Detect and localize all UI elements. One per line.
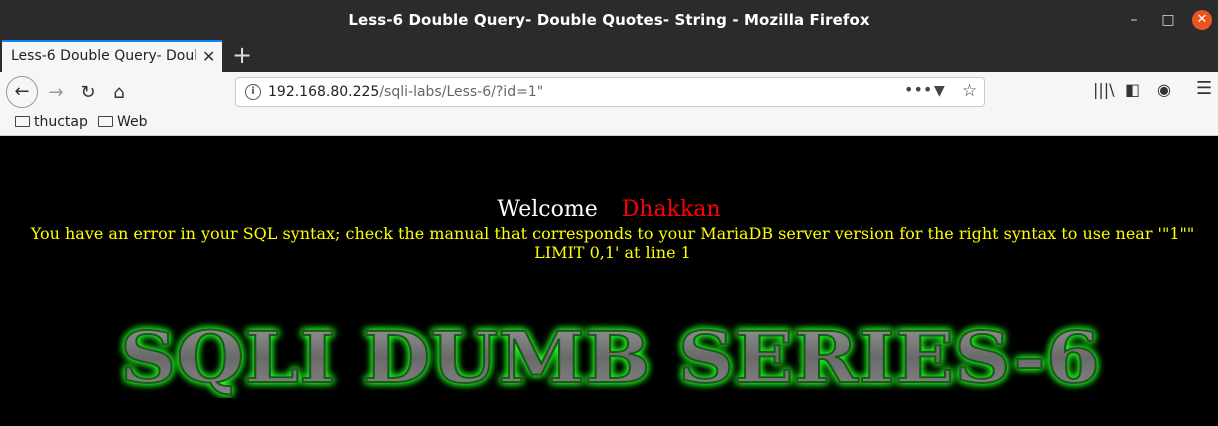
maximize-icon[interactable]: □ (1160, 12, 1176, 28)
username-text: Dhakkan (621, 197, 721, 222)
library-icon[interactable]: |||\ (1093, 80, 1115, 99)
reload-icon[interactable]: ↻ (74, 79, 102, 107)
pocket-icon[interactable]: ▼ (934, 83, 945, 99)
url-text[interactable]: 192.168.80.225/sqli-labs/Less-6/?id=1" (268, 84, 543, 100)
url-host: 192.168.80.225 (268, 84, 380, 100)
welcome-line: Welcome Dhakkan (2, 197, 1216, 222)
folder-icon (15, 116, 30, 127)
tab-close-icon[interactable]: ✕ (202, 47, 215, 66)
window-title: Less-6 Double Query- Double Quotes- Stri… (348, 11, 870, 29)
account-icon[interactable]: ◉ (1157, 80, 1171, 99)
close-window-icon[interactable]: ✕ (1192, 10, 1212, 30)
folder-icon (98, 116, 113, 127)
url-bar[interactable]: i 192.168.80.225/sqli-labs/Less-6/?id=1"… (235, 77, 985, 107)
forward-icon[interactable]: → (42, 79, 70, 107)
minimize-icon[interactable]: – (1126, 12, 1142, 28)
navigation-toolbar: ← → ↻ ⌂ i 192.168.80.225/sqli-labs/Less-… (0, 72, 1218, 112)
page-actions-icon[interactable]: ••• (904, 80, 932, 99)
bookmark-label: thuctap (34, 114, 88, 130)
menu-icon[interactable]: ☰ (1196, 78, 1212, 99)
bookmark-folder-thuctap[interactable]: thuctap (15, 114, 88, 130)
home-icon[interactable]: ⌂ (105, 79, 133, 107)
bookmark-folder-web[interactable]: Web (98, 114, 148, 130)
url-path: /sqli-labs/Less-6/?id=1" (379, 84, 544, 100)
site-info-icon[interactable]: i (245, 84, 261, 100)
banner-text: SQLI DUMB SERIES-6 (120, 318, 1100, 398)
sql-error-message: You have an error in your SQL syntax; ch… (30, 224, 1195, 262)
bookmarks-toolbar: thuctap Web (0, 112, 1218, 136)
back-icon[interactable]: ← (6, 76, 38, 108)
tab-less-6[interactable]: Less-6 Double Query- Double Quotes- Stri… (2, 40, 222, 72)
welcome-text: Welcome (497, 197, 598, 222)
bookmark-label: Web (117, 114, 148, 130)
tab-label: Less-6 Double Query- Double Quotes- Stri… (11, 48, 196, 64)
tab-strip: Less-6 Double Query- Double Quotes- Stri… (0, 40, 1218, 72)
page-content: Welcome Dhakkan You have an error in your… (2, 136, 1216, 426)
sidebar-icon[interactable]: ◧ (1125, 80, 1140, 99)
new-tab-icon[interactable]: + (232, 42, 252, 68)
sqli-dumb-series-banner: SQLI DUMB SERIES-6 (119, 318, 1101, 398)
bookmark-star-icon[interactable]: ☆ (962, 81, 977, 101)
window-titlebar: Less-6 Double Query- Double Quotes- Stri… (0, 0, 1218, 40)
